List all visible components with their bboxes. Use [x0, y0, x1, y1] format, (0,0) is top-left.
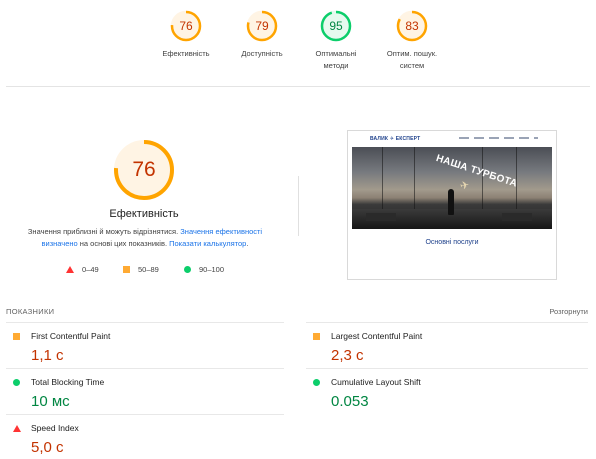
legend-pass: 90–100: [184, 265, 224, 274]
score-label: Доступність: [222, 48, 302, 60]
score-best-practices[interactable]: 95 Оптимальні методи: [296, 10, 376, 72]
metric-fcp: First Contentful Paint 1,1 с: [6, 327, 266, 371]
site-nav: [459, 137, 538, 139]
description-text: Значення приблизні й можуть відрізнятися…: [27, 227, 181, 236]
triangle-icon: [66, 266, 74, 273]
score-gauge: 95: [320, 10, 352, 42]
metric-name: Total Blocking Time: [31, 377, 105, 387]
score-gauge: 79: [246, 10, 278, 42]
main-score-value: 76: [132, 158, 156, 181]
metric-value: 5,0 с: [31, 439, 64, 456]
metric-cls: Cumulative Layout Shift 0.053: [306, 373, 566, 417]
metric-value: 10 мс: [31, 393, 70, 410]
square-icon: [313, 333, 320, 340]
legend-range: 0–49: [82, 265, 99, 274]
main-score-title: Ефективність: [109, 208, 179, 220]
score-value: 76: [179, 19, 193, 33]
square-icon: [123, 266, 130, 273]
score-label: Ефективність: [146, 48, 226, 60]
metric-name: Speed Index: [31, 423, 79, 433]
nav-item: [489, 137, 499, 139]
metric-value: 2,3 с: [331, 347, 364, 364]
search-icon: [534, 137, 538, 139]
score-label-line: Ефективність: [162, 49, 210, 58]
legend-average: 50–89: [123, 265, 159, 274]
score-label-line: Доступність: [241, 49, 283, 58]
thumbnail-site-header: ВАЛИК ✈ ЕКСПЕРТ: [348, 131, 556, 147]
nav-item: [519, 137, 529, 139]
score-gauge: 83: [396, 10, 428, 42]
section-divider: [298, 176, 299, 236]
expand-toggle[interactable]: Розгорнути: [549, 307, 588, 316]
metric-value: 0.053: [331, 393, 369, 410]
circle-icon: [184, 266, 191, 273]
nav-item: [474, 137, 484, 139]
score-accessibility[interactable]: 79 Доступність: [222, 10, 302, 60]
nav-item: [459, 137, 469, 139]
metrics-header: ПОКАЗНИКИ: [6, 307, 55, 316]
score-value: 95: [329, 19, 343, 33]
site-logo: ВАЛИК ✈ ЕКСПЕРТ: [370, 136, 421, 142]
main-score-description: Значення приблизні й можуть відрізнятися…: [20, 226, 270, 250]
window-frame: [414, 147, 415, 209]
nav-item: [504, 137, 514, 139]
metric-name: Cumulative Layout Shift: [331, 377, 421, 387]
category-scores: 76 Ефективність 79 Доступність 95 Оптима…: [0, 0, 596, 84]
person-silhouette: [448, 189, 454, 215]
description-text: на основі цих показників.: [77, 239, 170, 248]
metric-name: Largest Contentful Paint: [331, 331, 423, 341]
seats: [502, 213, 532, 221]
score-seo[interactable]: 83 Оптим. пошук. систем: [372, 10, 452, 72]
triangle-icon: [13, 425, 21, 432]
score-label-line: систем: [399, 61, 425, 70]
page-screenshot-thumbnail[interactable]: ВАЛИК ✈ ЕКСПЕРТ ✈ НАША ТУРБОТА Основні п…: [347, 130, 557, 280]
legend-fail: 0–49: [66, 265, 99, 274]
hero-headline: НАША ТУРБОТА: [434, 153, 519, 190]
description-text: .: [246, 239, 249, 248]
metric-lcp: Largest Contentful Paint 2,3 с: [306, 327, 566, 371]
seats: [366, 213, 396, 221]
header-divider: [6, 86, 590, 87]
metric-name: First Contentful Paint: [31, 331, 111, 341]
square-icon: [13, 333, 20, 340]
score-label-line: Оптим. пошук.: [386, 49, 438, 58]
row-divider: [306, 322, 588, 323]
score-gauge: 76: [170, 10, 202, 42]
main-score-gauge: 76: [112, 138, 176, 202]
window-frame: [382, 147, 383, 209]
score-label: Оптим. пошук. систем: [372, 48, 452, 72]
row-divider: [6, 322, 284, 323]
score-value: 79: [255, 19, 269, 33]
legend-range: 50–89: [138, 265, 159, 274]
circle-icon: [13, 379, 20, 386]
circle-icon: [313, 379, 320, 386]
legend-range: 90–100: [199, 265, 225, 274]
score-label: Оптимальні методи: [296, 48, 376, 72]
show-calculator-link[interactable]: Показати калькулятор: [169, 239, 246, 248]
metric-value: 1,1 с: [31, 347, 64, 364]
thumbnail-caption: Основні послуги: [425, 239, 479, 246]
score-label-line: Оптимальні: [315, 49, 357, 58]
score-performance[interactable]: 76 Ефективність: [146, 10, 226, 60]
airplane-icon: ✈: [458, 179, 471, 193]
hero-image: ✈ НАША ТУРБОТА: [352, 147, 552, 229]
score-label-line: методи: [323, 61, 349, 70]
metric-tbt: Total Blocking Time 10 мс: [6, 373, 266, 417]
score-value: 83: [405, 19, 419, 33]
metric-speed-index: Speed Index 5,0 с: [6, 419, 266, 459]
